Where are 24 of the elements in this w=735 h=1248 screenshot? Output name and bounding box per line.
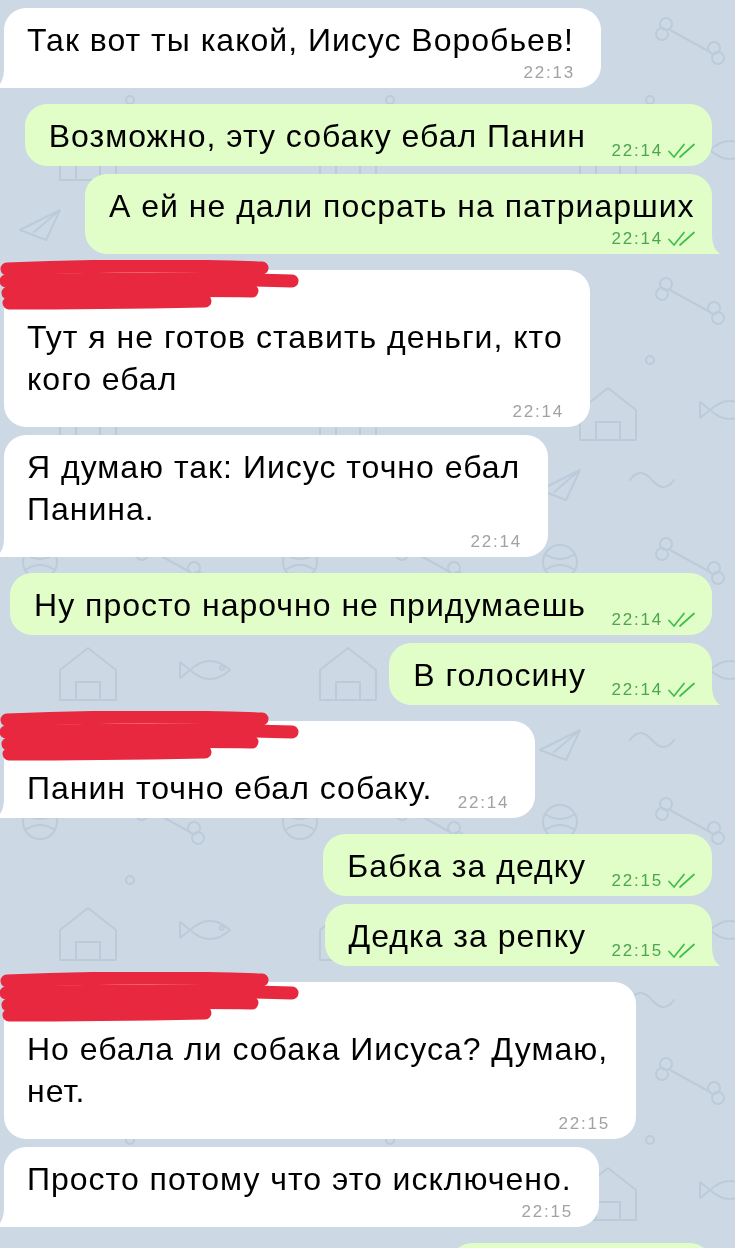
message-text: Дедка за репку (348, 917, 586, 956)
message-text: А ей не дали посрать на патриарших (109, 187, 695, 226)
message-time: 22:13 (523, 62, 575, 84)
message-time: 22:14 (611, 140, 663, 162)
message-time: 22:14 (611, 679, 663, 701)
message-time: 22:15 (558, 1113, 610, 1135)
message-time: 22:14 (470, 531, 522, 553)
message-time: 22:15 (521, 1201, 573, 1223)
message-text: Панин точно ебал собаку. (27, 769, 433, 808)
message-text: Возможно, эту собаку ебал Панин (48, 117, 586, 156)
message-time: 22:15 (611, 870, 663, 892)
message-text: Бабка за дедку (347, 847, 586, 886)
message-text: Ну просто нарочно не придумаешь (34, 586, 586, 625)
message-text: Но ебала ли собака Иисуса? Думаю, нет. (27, 1030, 610, 1111)
message-time: 22:15 (611, 940, 663, 962)
message-text: Тут я не готов ставить деньги, кто кого ебал (27, 318, 564, 399)
message-time: 22:14 (457, 792, 510, 814)
message-time: 22:14 (611, 609, 663, 631)
message-text: Просто потому что это исключено. (27, 1160, 572, 1199)
message-text: Так вот ты какой, Иисус Воробьев! (27, 21, 574, 60)
message-text: Я думаю так: Иисус точно ебал Панина. (27, 448, 522, 529)
message-time: 22:14 (512, 401, 564, 423)
message-text: В голосину (413, 656, 586, 695)
message-time: 22:14 (611, 228, 663, 250)
